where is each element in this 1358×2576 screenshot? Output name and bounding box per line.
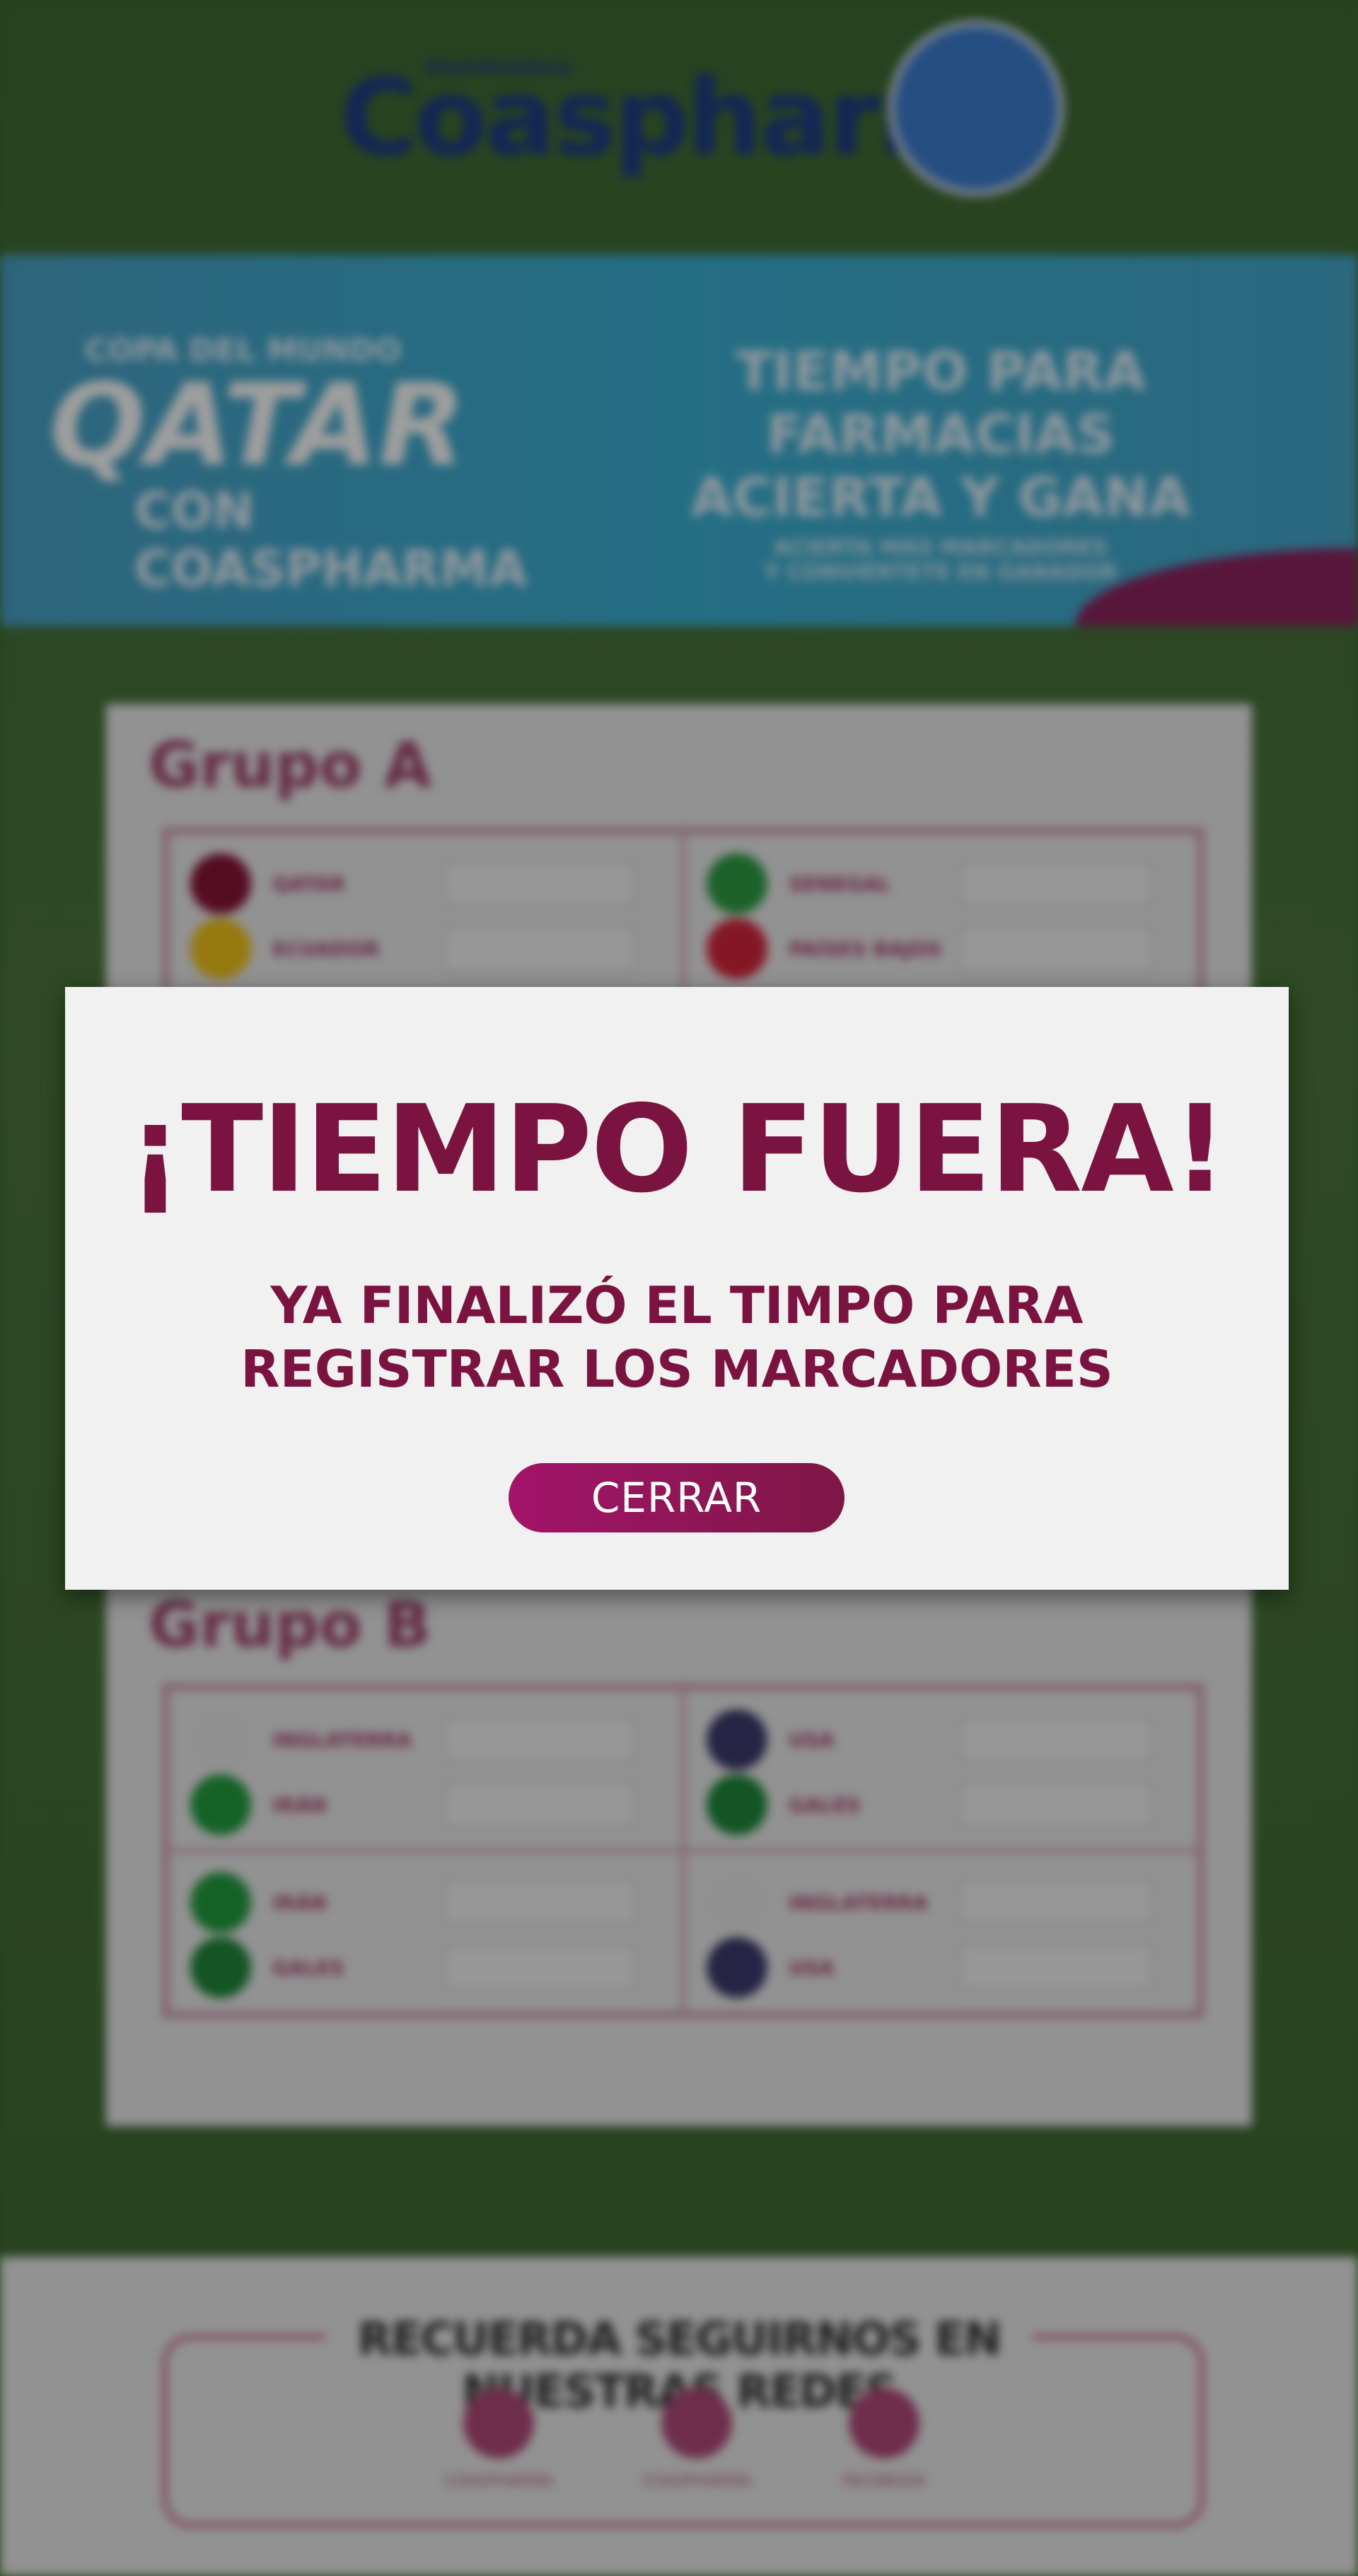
modal-message-line2: REGISTRAR LOS MARCADORES — [240, 1339, 1113, 1399]
modal-message-line1: YA FINALIZÓ EL TIMPO PARA — [270, 1276, 1084, 1335]
close-button[interactable]: CERRAR — [509, 1463, 845, 1532]
modal-message: YA FINALIZÓ EL TIMPO PARA REGISTRAR LOS … — [65, 1273, 1289, 1401]
modal-title: ¡TIEMPO FUERA! — [127, 1080, 1228, 1220]
timeout-modal: ¡TIEMPO FUERA! YA FINALIZÓ EL TIMPO PARA… — [65, 987, 1289, 1590]
